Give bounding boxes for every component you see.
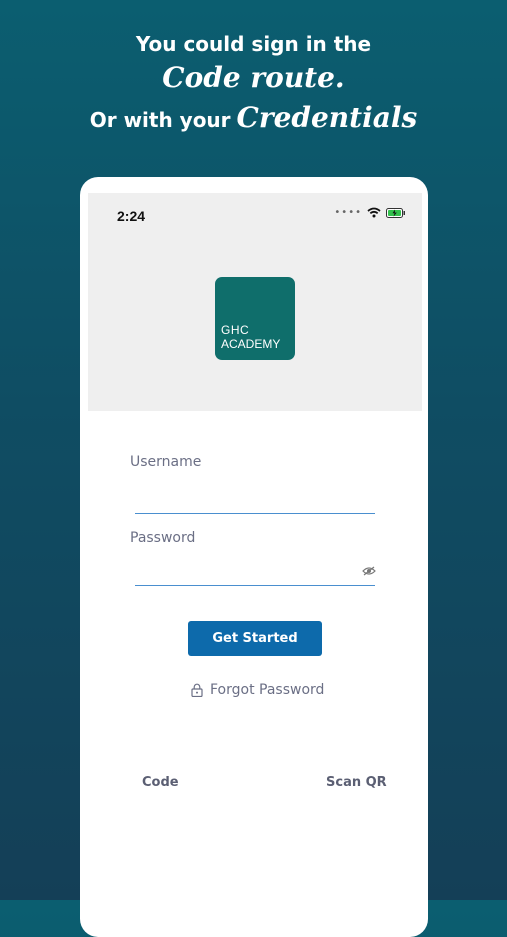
- password-label: Password: [130, 530, 196, 546]
- forgot-password-link[interactable]: Forgot Password: [191, 682, 324, 698]
- promo-line-3: Or with your Credentials: [0, 98, 507, 140]
- promo-headline: You could sign in the Code route. Or wit…: [0, 30, 507, 140]
- promo-line-2: Code route.: [162, 61, 345, 94]
- logo-line-2: ACADEMY: [221, 337, 281, 351]
- app-header: 2:24 •••• GHC ACADEMY: [88, 193, 422, 411]
- lock-icon: [191, 683, 203, 697]
- password-input[interactable]: [135, 561, 375, 586]
- get-started-button[interactable]: Get Started: [188, 621, 322, 656]
- signal-dots-icon: ••••: [334, 206, 362, 218]
- promo-line-3-prefix: Or with your: [89, 108, 231, 132]
- wifi-icon: [367, 207, 381, 218]
- phone-frame: 2:24 •••• GHC ACADEMY Username Password: [80, 177, 428, 937]
- logo-line-1: GHC: [221, 323, 250, 337]
- promo-line-3-script: Credentials: [236, 101, 418, 134]
- promo-line-1: You could sign in the: [135, 32, 372, 56]
- scan-qr-link[interactable]: Scan QR: [326, 775, 387, 790]
- status-time: 2:24: [117, 208, 146, 224]
- status-icons: ••••: [334, 207, 406, 218]
- username-label: Username: [130, 454, 202, 470]
- forgot-password-label: Forgot Password: [210, 682, 325, 698]
- eye-icon[interactable]: [362, 566, 376, 576]
- code-tab-link[interactable]: Code: [142, 775, 179, 790]
- academy-logo: GHC ACADEMY: [215, 277, 295, 360]
- username-input[interactable]: [135, 489, 375, 514]
- battery-charging-icon: [386, 207, 405, 218]
